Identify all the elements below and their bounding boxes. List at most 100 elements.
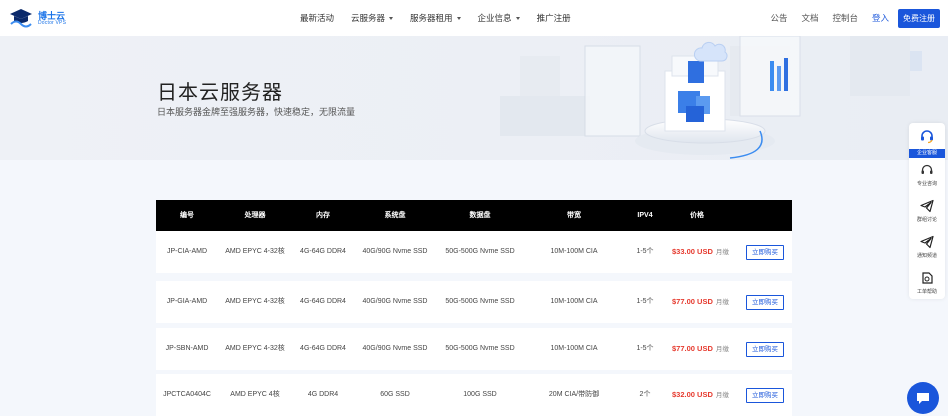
cell-cpu: AMD EPYC 4-32核 <box>225 298 285 305</box>
cell-ipv4: 1-5个 <box>636 248 654 255</box>
col-header-ipv4: IPV4 <box>637 212 653 219</box>
logo-mark-icon <box>10 9 32 28</box>
cell-ram: 4G-64G DDR4 <box>300 345 346 352</box>
nav-latest-activity[interactable]: 最新活动 <box>300 12 334 24</box>
nav-company-info[interactable]: 企业信息 <box>478 12 520 24</box>
price-amount: $77.00 USD <box>672 344 713 353</box>
col-header-data-disk: 数据盘 <box>469 212 491 219</box>
nav-label: 推广注册 <box>536 13 571 23</box>
banner-illustration <box>500 36 948 160</box>
caret-down-icon <box>456 16 461 20</box>
side-item-label: 通知频道 <box>916 253 937 259</box>
col-header-cpu: 处理器 <box>244 212 266 219</box>
enterprise-support[interactable] <box>909 123 945 149</box>
page-subtitle: 日本服务器金牌至强服务器，快速稳定，无限流量 <box>157 107 356 117</box>
price-amount: $33.00 USD <box>672 247 713 256</box>
cell-price: $77.00 USD 月缴 <box>672 281 729 323</box>
buy-now-button[interactable]: 立即购买 <box>746 245 784 260</box>
cell-cpu: AMD EPYC 4-32核 <box>225 248 285 255</box>
logo-subtitle: Doctor VPS <box>38 20 67 26</box>
nav-label: 服务器租用 <box>410 13 453 23</box>
side-item-consult[interactable]: 专业咨询 <box>909 161 945 197</box>
nav-cloud-server[interactable]: 云服务器 <box>351 12 394 24</box>
cell-data-disk: 50G-500G Nvme SSD <box>445 345 515 352</box>
console-link[interactable]: 控制台 <box>832 12 858 24</box>
cell-data-disk: 50G-500G Nvme SSD <box>445 298 515 305</box>
buy-now-button[interactable]: 立即购买 <box>746 295 784 310</box>
table-row: JPCTCA0404C AMD EPYC 4核 4G DDR4 60G SSD … <box>156 374 792 416</box>
cell-bandwidth: 10M-100M CIA <box>550 345 598 352</box>
cell-id: JP-GIA-AMD <box>166 298 208 305</box>
cell-bandwidth: 10M-100M CIA <box>550 298 598 305</box>
col-header-id: 编号 <box>180 212 194 219</box>
headset-icon <box>921 130 933 144</box>
cell-price: $77.00 USD 月缴 <box>672 328 729 370</box>
headset-icon <box>921 164 933 174</box>
cell-system-disk: 40G/90G Nvme SSD <box>362 298 428 305</box>
col-header-price: 价格 <box>690 212 704 219</box>
side-item-label: 群组讨论 <box>916 217 937 223</box>
side-item-ticket[interactable]: 工单帮助 <box>909 269 945 305</box>
chat-bubble-icon <box>917 393 929 404</box>
cell-bandwidth: 10M-100M CIA <box>550 248 598 255</box>
col-header-system-disk: 系统盘 <box>384 212 406 219</box>
price-amount: $32.00 USD <box>672 390 713 399</box>
side-item-label: 工单帮助 <box>916 289 937 295</box>
price-unit: 月缴 <box>715 299 729 306</box>
cell-system-disk: 40G/90G Nvme SSD <box>362 248 428 255</box>
cell-data-disk: 50G-500G Nvme SSD <box>445 248 515 255</box>
cell-price: $32.00 USD 月缴 <box>672 374 729 416</box>
enterprise-support-label: 企业客服 <box>909 149 945 158</box>
caret-down-icon <box>515 16 520 20</box>
cell-ram: 4G-64G DDR4 <box>300 248 346 255</box>
logo[interactable]: 博士云 Doctor VPS <box>8 5 72 31</box>
price-amount: $77.00 USD <box>672 297 713 306</box>
free-register-button[interactable]: 免费注册 <box>898 8 940 28</box>
side-item-label: 专业咨询 <box>916 181 937 187</box>
col-header-ram: 内存 <box>316 212 330 219</box>
side-item-group[interactable]: 群组讨论 <box>909 197 945 233</box>
cell-ram: 4G-64G DDR4 <box>300 298 346 305</box>
nav-label: 企业信息 <box>477 13 512 23</box>
cell-system-disk: 60G SSD <box>380 391 410 398</box>
chat-button[interactable] <box>907 382 939 414</box>
cell-data-disk: 100G SSD <box>463 391 497 398</box>
cell-cpu: AMD EPYC 4核 <box>230 391 280 398</box>
table-header: 编号 处理器 内存 系统盘 数据盘 带宽 IPV4 价格 <box>156 200 792 231</box>
nav-label: 最新活动 <box>300 13 335 23</box>
top-header: 博士云 Doctor VPS 最新活动 云服务器 服务器租用 企业信息 推广注册… <box>0 0 948 36</box>
price-unit: 月缴 <box>715 249 729 256</box>
page-title: 日本云服务器 <box>157 82 283 104</box>
paper-plane-icon <box>920 235 934 249</box>
price-unit: 月缴 <box>715 392 729 399</box>
product-section: 编号 处理器 内存 系统盘 数据盘 带宽 IPV4 价格 JP-CIA-AMD … <box>0 160 948 416</box>
cell-ipv4: 1-5个 <box>636 298 654 305</box>
announcements-link[interactable]: 公告 <box>770 12 787 24</box>
cell-id: JP-CIA-AMD <box>166 248 208 255</box>
cell-system-disk: 40G/90G Nvme SSD <box>362 345 428 352</box>
nav-server-rental[interactable]: 服务器租用 <box>410 12 461 24</box>
hero-banner: 日本云服务器 日本服务器金牌至强服务器，快速稳定，无限流量 <box>0 36 948 160</box>
nav-promo-register[interactable]: 推广注册 <box>537 12 571 24</box>
cell-ipv4: 1-5个 <box>636 345 654 352</box>
cell-bandwidth: 20M CIA/带防御 <box>548 391 600 398</box>
side-toolbar: 企业客服 专业咨询 群组讨论 通知频道 工单帮助 <box>909 123 945 299</box>
cell-ipv4: 2个 <box>639 391 651 398</box>
side-item-channel[interactable]: 通知频道 <box>909 233 945 269</box>
price-unit: 月缴 <box>715 346 729 353</box>
table-row: JP-SBN-AMD AMD EPYC 4-32核 4G-64G DDR4 40… <box>156 328 792 370</box>
cell-cpu: AMD EPYC 4-32核 <box>225 345 285 352</box>
main-nav: 最新活动 云服务器 服务器租用 企业信息 推广注册 <box>300 0 588 36</box>
header-right-links: 公告 文档 控制台 登入 免费注册 <box>756 0 940 36</box>
col-header-bandwidth: 带宽 <box>567 212 581 219</box>
login-link[interactable]: 登入 <box>872 12 889 24</box>
paper-plane-icon <box>920 199 934 213</box>
cell-id: JPCTCA0404C <box>163 391 211 398</box>
ticket-icon <box>922 272 933 284</box>
buy-now-button[interactable]: 立即购买 <box>746 342 784 357</box>
cell-ram: 4G DDR4 <box>307 391 339 398</box>
docs-link[interactable]: 文档 <box>801 12 818 24</box>
nav-label: 云服务器 <box>351 13 386 23</box>
table-row: JP-CIA-AMD AMD EPYC 4-32核 4G-64G DDR4 40… <box>156 231 792 273</box>
buy-now-button[interactable]: 立即购买 <box>746 388 784 403</box>
